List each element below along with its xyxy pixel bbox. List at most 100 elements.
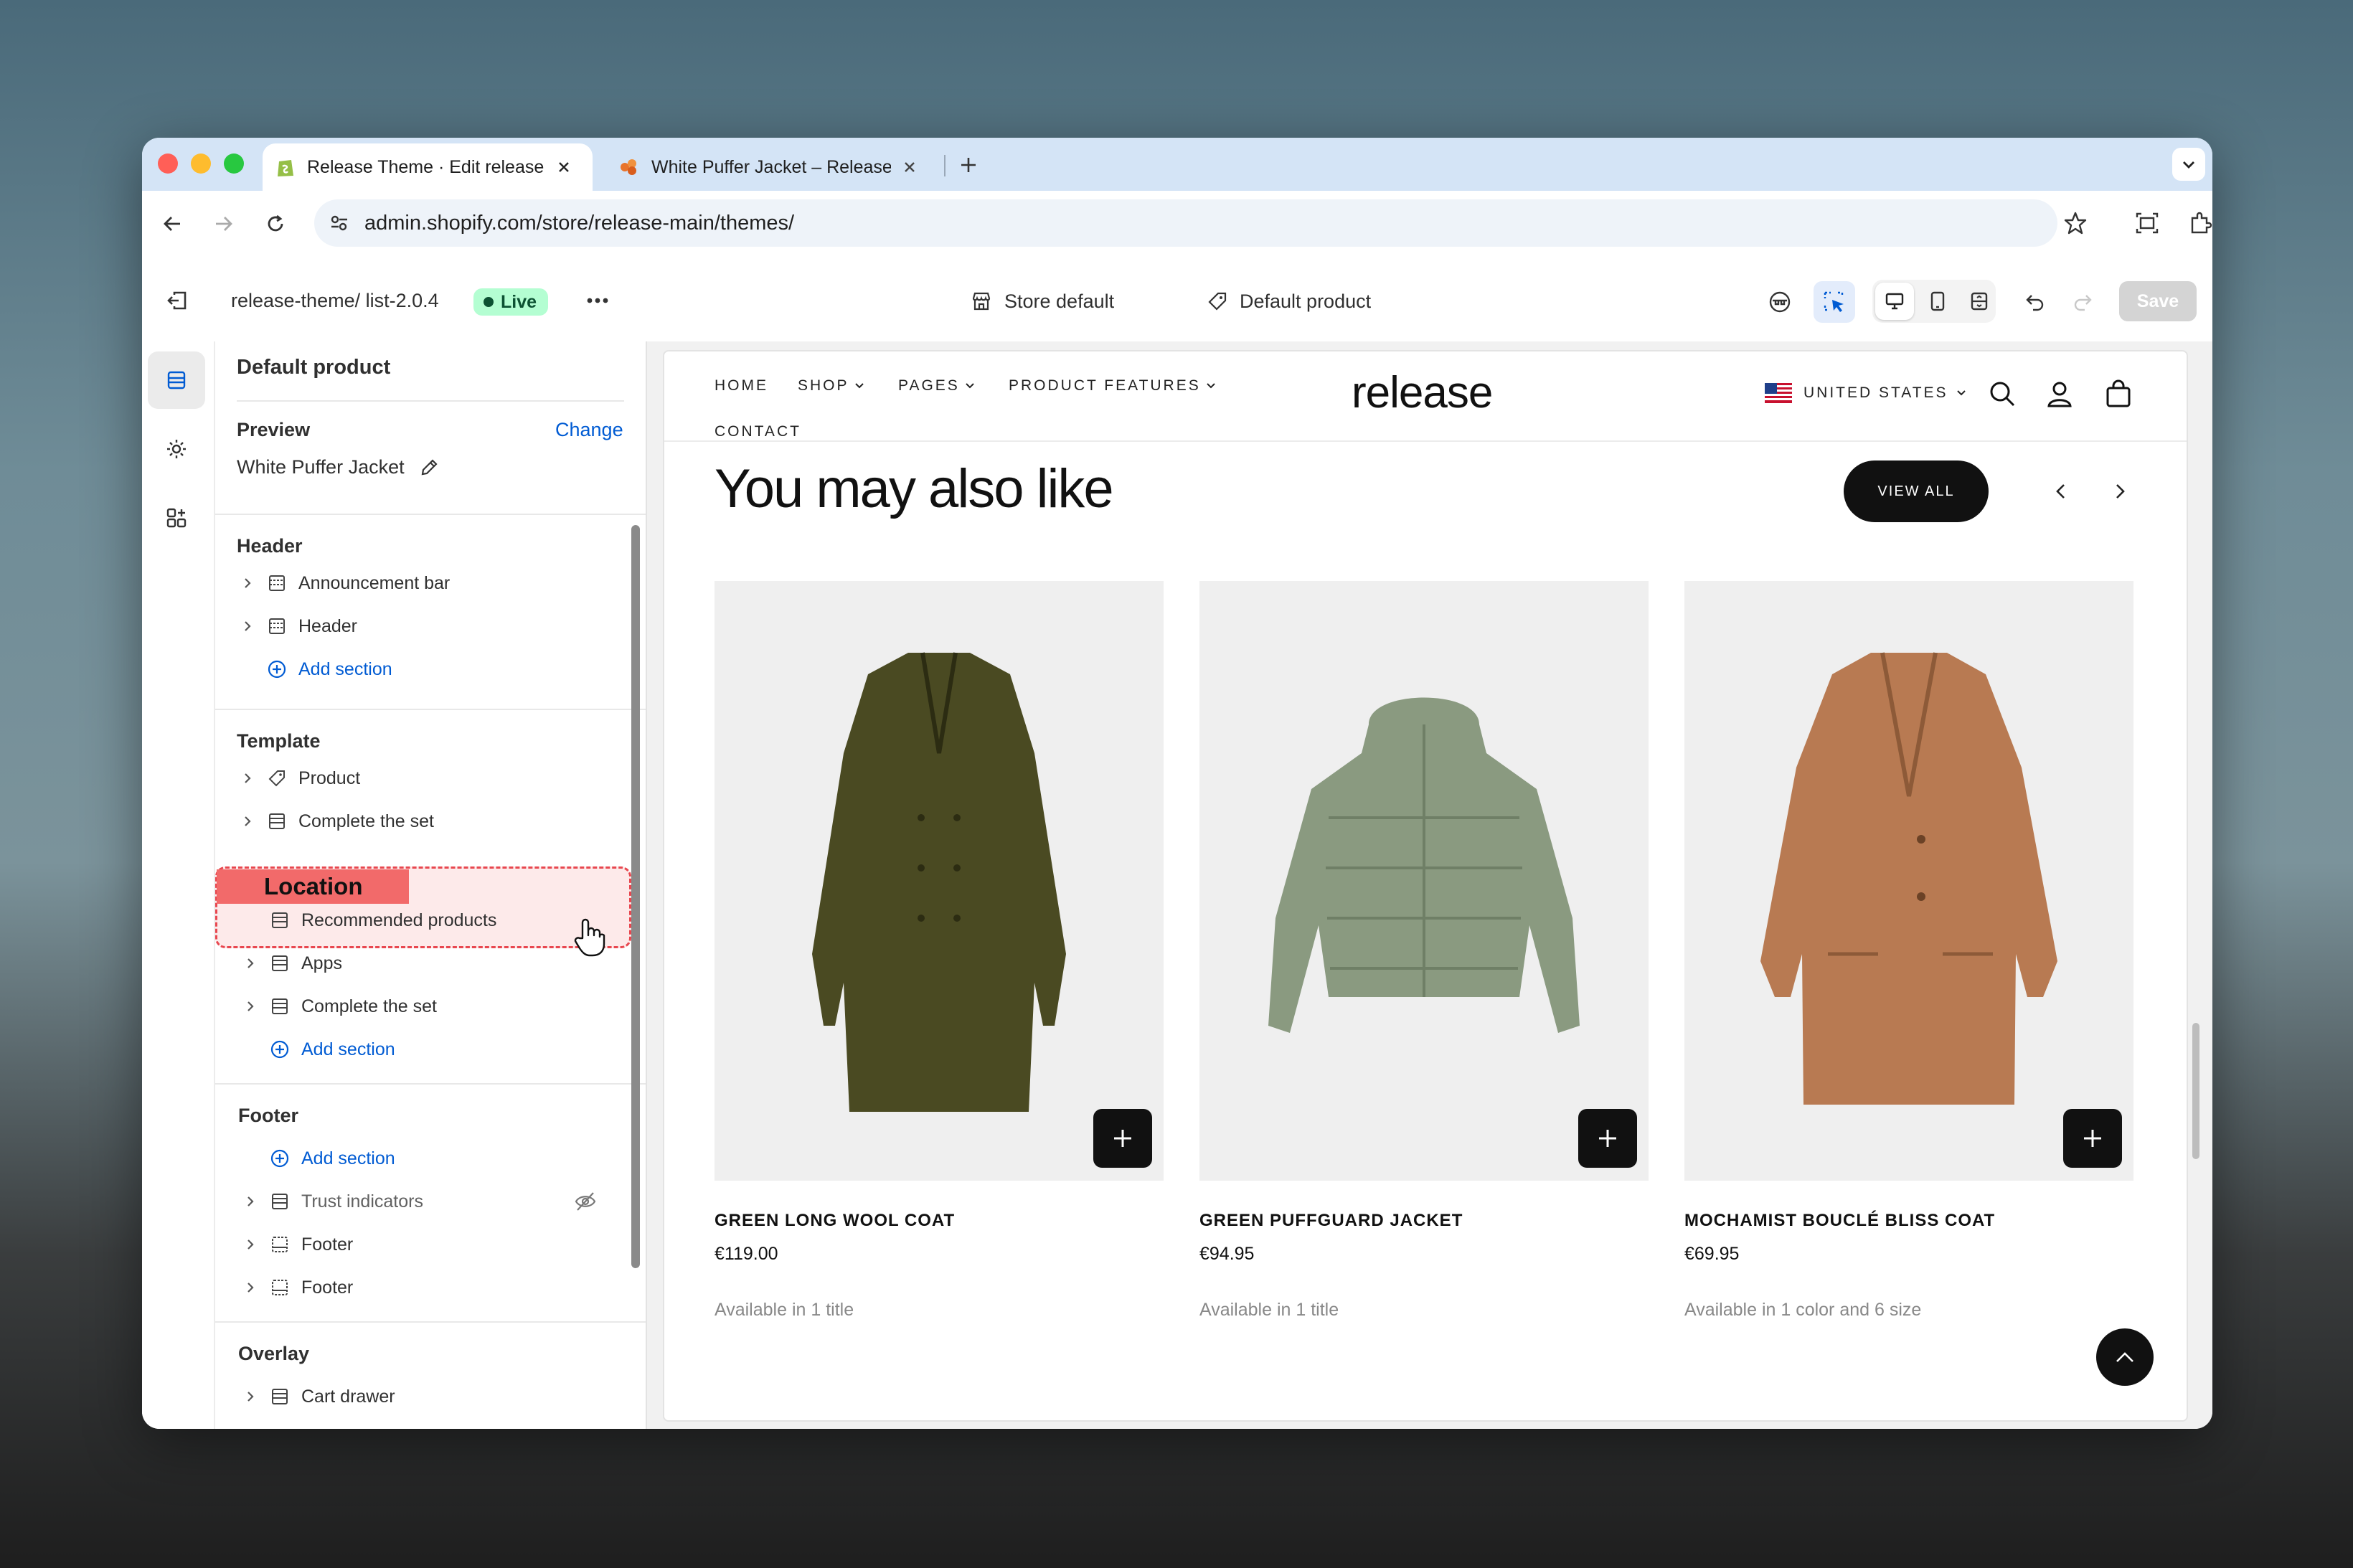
edit-pencil-icon[interactable] xyxy=(419,458,439,478)
tab-release-theme[interactable]: Release Theme · Edit release xyxy=(263,143,593,191)
extensions-icon[interactable] xyxy=(2182,205,2212,241)
editor-rail xyxy=(142,341,215,1429)
quick-add-button[interactable] xyxy=(1093,1109,1152,1168)
plus-circle-icon xyxy=(265,1039,294,1059)
preview-scrollbar[interactable] xyxy=(2192,1023,2199,1159)
redo-icon[interactable] xyxy=(2065,284,2100,320)
chevron-right-icon[interactable] xyxy=(240,1390,261,1403)
nav-pages[interactable]: PAGES xyxy=(898,377,976,395)
mobile-view-icon[interactable] xyxy=(1918,283,1957,320)
desktop-view-icon[interactable] xyxy=(1875,283,1914,320)
product-name[interactable]: GREEN PUFFGUARD JACKET xyxy=(1199,1211,1463,1231)
nav-shop[interactable]: SHOP xyxy=(798,377,865,395)
section-icon xyxy=(265,954,294,973)
theme-settings-icon[interactable] xyxy=(148,420,205,478)
chevron-down-icon xyxy=(854,382,865,390)
new-tab-icon[interactable] xyxy=(954,151,983,179)
hidden-eye-icon[interactable] xyxy=(574,1191,597,1212)
tab-search-icon[interactable] xyxy=(2172,148,2205,181)
product-image[interactable] xyxy=(715,581,1164,1181)
forward-icon[interactable] xyxy=(208,208,240,240)
search-icon[interactable] xyxy=(1986,377,2019,410)
chevron-right-icon[interactable] xyxy=(240,1000,261,1013)
product-availability: Available in 1 title xyxy=(1199,1300,1339,1320)
nav-contact[interactable]: CONTACT xyxy=(715,423,801,440)
chevron-right-icon[interactable] xyxy=(240,957,261,970)
full-width-view-icon[interactable] xyxy=(1960,283,1999,320)
inspector-icon[interactable] xyxy=(1814,281,1855,323)
divider xyxy=(237,400,624,402)
chevron-right-icon[interactable] xyxy=(237,577,258,590)
section-item-recommended-products[interactable]: Recommended products xyxy=(240,902,496,938)
reload-icon[interactable] xyxy=(260,208,291,240)
section-item-footer[interactable]: Footer xyxy=(240,1227,353,1262)
quick-add-button[interactable] xyxy=(2063,1109,2122,1168)
chevron-right-icon[interactable] xyxy=(237,772,258,785)
sidebar-scrollbar[interactable] xyxy=(631,525,640,1268)
close-window-button[interactable] xyxy=(158,154,178,174)
section-item-product[interactable]: Product xyxy=(237,760,360,796)
live-badge: Live xyxy=(473,288,549,316)
back-icon[interactable] xyxy=(156,208,188,240)
add-section-footer-button[interactable]: Add section xyxy=(261,1140,395,1176)
store-logo[interactable]: release xyxy=(1352,367,1493,418)
country-selector[interactable]: UNITED STATES xyxy=(1765,383,1967,403)
chevron-right-icon[interactable] xyxy=(240,1195,261,1208)
more-actions-icon[interactable] xyxy=(580,284,616,317)
carousel-prev-icon[interactable] xyxy=(2045,475,2078,508)
tab-white-puffer-jacket[interactable]: White Puffer Jacket – Release xyxy=(601,143,917,191)
section-item-cart-drawer[interactable]: Cart drawer xyxy=(240,1379,395,1414)
chevron-right-icon[interactable] xyxy=(240,1238,261,1251)
change-preview-link[interactable]: Change xyxy=(555,419,623,441)
section-item-complete-the-set-2[interactable]: Complete the set xyxy=(240,988,437,1024)
section-item-footer-2[interactable]: Footer xyxy=(240,1270,353,1305)
account-icon[interactable] xyxy=(2043,377,2076,410)
section-item-header[interactable]: Header xyxy=(237,608,357,644)
add-section-label: Add section xyxy=(298,658,392,679)
bookmark-star-icon[interactable] xyxy=(2057,205,2093,241)
product-image[interactable] xyxy=(1199,581,1649,1181)
close-tab-icon[interactable] xyxy=(557,160,571,174)
chevron-down-icon xyxy=(1956,389,1967,397)
brown-boucle-coat-image xyxy=(1760,652,2057,1105)
exit-editor-icon[interactable] xyxy=(161,284,194,317)
screen-capture-icon[interactable] xyxy=(2129,205,2165,241)
section-item-complete-the-set[interactable]: Complete the set xyxy=(237,803,434,839)
site-settings-icon[interactable] xyxy=(329,212,350,234)
store-default-label: Store default xyxy=(1004,290,1115,312)
nav-product-features[interactable]: PRODUCT FEATURES xyxy=(1009,377,1217,395)
address-bar[interactable]: admin.shopify.com/store/release-main/the… xyxy=(314,199,2057,247)
minimize-window-button[interactable] xyxy=(191,154,211,174)
sections-icon[interactable] xyxy=(148,351,205,409)
quick-add-button[interactable] xyxy=(1578,1109,1637,1168)
chevron-right-icon[interactable] xyxy=(237,620,258,633)
add-section-template-button[interactable]: Add section xyxy=(261,1031,395,1067)
chevron-right-icon[interactable] xyxy=(240,1281,261,1294)
add-section-header-button[interactable]: Add section xyxy=(258,651,392,687)
carousel-next-icon[interactable] xyxy=(2103,475,2136,508)
close-tab-icon[interactable] xyxy=(902,160,917,174)
chevron-right-icon[interactable] xyxy=(237,815,258,828)
app-embeds-icon[interactable] xyxy=(148,489,205,547)
product-image[interactable] xyxy=(1684,581,2133,1181)
view-all-button[interactable]: VIEW ALL xyxy=(1844,461,1989,522)
section-item-trust-indicators[interactable]: Trust indicators xyxy=(240,1184,423,1219)
nav-home[interactable]: HOME xyxy=(715,377,768,395)
cart-bag-icon[interactable] xyxy=(2102,377,2135,410)
section-item-announcement-bar[interactable]: Announcement bar xyxy=(237,565,450,601)
section-item-apps[interactable]: Apps xyxy=(240,945,342,981)
tab-title: White Puffer Jacket – Release xyxy=(651,156,891,177)
store-default-selector[interactable]: Store default xyxy=(970,285,1114,317)
product-name[interactable]: GREEN LONG WOOL COAT xyxy=(715,1211,955,1231)
chevron-down-icon xyxy=(1205,382,1217,390)
add-section-label: Add section xyxy=(301,1039,395,1059)
undo-icon[interactable] xyxy=(2017,284,2053,320)
default-product-selector[interactable]: Default product xyxy=(1207,285,1371,317)
back-to-top-button[interactable] xyxy=(2096,1328,2154,1386)
maximize-window-button[interactable] xyxy=(224,154,244,174)
tab-separator xyxy=(944,155,946,176)
accessibility-preview-icon[interactable] xyxy=(1762,284,1798,320)
plus-icon xyxy=(1114,1130,1131,1147)
save-button[interactable]: Save xyxy=(2119,281,2197,321)
product-name[interactable]: MOCHAMIST BOUCLÉ BLISS COAT xyxy=(1684,1211,1995,1231)
